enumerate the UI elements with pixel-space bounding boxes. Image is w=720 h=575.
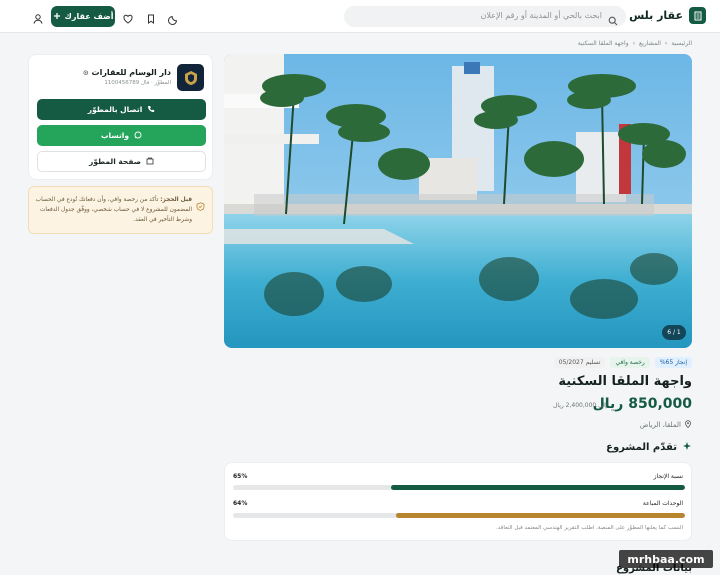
- search-input[interactable]: ابحث بالحي أو المدينة أو رقم الإعلان: [344, 6, 626, 27]
- search-icon: [608, 11, 618, 30]
- verified-badge-icon: ⊙: [82, 69, 89, 77]
- breadcrumb: الرئيسية › المشاريع › واجهة الملقا السكن…: [578, 40, 692, 47]
- heart-icon[interactable]: [122, 10, 134, 24]
- sold-units-progress-fill: [395, 513, 685, 518]
- booking-warning-text: قبل الحجز: تأكد من رخصة وافي، وأن دفعاتك…: [32, 195, 192, 225]
- plus-icon: [53, 12, 61, 22]
- progress-heading-text: تقدّم المشروع: [606, 442, 677, 453]
- search-placeholder: ابحث بالحي أو المدينة أو رقم الإعلان: [480, 11, 602, 20]
- bookmark-icon[interactable]: [145, 10, 157, 24]
- completion-label: نسبة الإنجاز: [653, 473, 683, 480]
- developer-meta: المطوّر · فال 1100456789: [104, 80, 171, 86]
- developer-logo[interactable]: [177, 64, 204, 91]
- brand-name[interactable]: عقار بلس: [629, 9, 683, 22]
- booking-warning-bold: قبل الحجز:: [160, 197, 192, 203]
- dark-mode-moon-icon[interactable]: [168, 10, 180, 25]
- breadcrumb-separator: ›: [632, 40, 636, 47]
- wafi-license-badge: رخصة وافي: [610, 357, 650, 368]
- developer-name[interactable]: دار الوسام للعقارات ⊙: [83, 68, 171, 77]
- add-property-label: أضف عقارك: [64, 12, 114, 21]
- completion-badge: إنجاز 65%: [654, 357, 692, 368]
- progress-heading: تقدّم المشروع: [606, 441, 692, 454]
- site-watermark: mrhbaa.com: [619, 550, 713, 568]
- developer-page-button[interactable]: صفحة المطوّر: [37, 151, 206, 172]
- call-developer-button[interactable]: اتصال بالمطوّر: [37, 99, 206, 120]
- completion-progress-fill: [391, 485, 685, 490]
- location-text: الملقا، الرياض: [639, 421, 681, 429]
- completion-pct: 65%: [233, 473, 248, 480]
- whatsapp-button[interactable]: واتساب: [37, 125, 206, 146]
- progress-disclaimer: النسب كما يعلنها المطوّر على المنصة. اطل…: [496, 525, 683, 531]
- add-property-button[interactable]: أضف عقارك: [51, 6, 115, 27]
- gallery-counter: 1 / 6: [662, 325, 686, 340]
- delivery-badge: تسليم 05/2027: [553, 357, 606, 368]
- whatsapp-label: واتساب: [100, 131, 130, 140]
- project-photo-gallery[interactable]: [224, 54, 692, 348]
- brand-logo-icon[interactable]: [689, 7, 706, 24]
- whatsapp-icon: [134, 131, 142, 141]
- building-icon: [146, 157, 154, 167]
- project-location: الملقا، الرياض: [640, 420, 692, 430]
- price-from: 850,000 ريال: [592, 396, 692, 412]
- sold-units-label: الوحدات المباعة: [642, 500, 683, 507]
- breadcrumb-projects[interactable]: المشاريع: [639, 40, 661, 47]
- top-header: عقار بلس ابحث بالحي أو المدينة أو رقم ال…: [0, 0, 720, 33]
- page-title: واجهة الملقا السكنية: [558, 374, 692, 389]
- pool-photo: [224, 54, 692, 348]
- user-account-icon[interactable]: [32, 10, 44, 24]
- sparkle-icon: [682, 441, 692, 454]
- developer-name-text: دار الوسام للعقارات: [91, 68, 171, 77]
- sold-units-pct: 64%: [233, 500, 248, 507]
- project-badges: إنجاز 65% رخصة وافي تسليم 05/2027: [553, 357, 692, 368]
- completion-progress-bar: [233, 485, 685, 490]
- shield-check-icon: [196, 196, 205, 215]
- developer-page-label: صفحة المطوّر: [89, 157, 141, 166]
- developer-card: دار الوسام للعقارات ⊙ المطوّر · فال 1100…: [28, 54, 213, 180]
- phone-icon: [147, 105, 155, 115]
- breadcrumb-current: واجهة الملقا السكنية: [577, 40, 629, 47]
- breadcrumb-home[interactable]: الرئيسية: [671, 40, 692, 47]
- progress-card: نسبة الإنجاز 65% الوحدات المباعة 64% الن…: [224, 462, 692, 541]
- call-developer-label: اتصال بالمطوّر: [87, 105, 143, 114]
- sold-units-progress-bar: [233, 513, 685, 518]
- booking-warning-notice: قبل الحجز: تأكد من رخصة وافي، وأن دفعاتك…: [28, 186, 213, 234]
- breadcrumb-separator: ›: [664, 40, 668, 47]
- location-pin-icon: [684, 420, 692, 430]
- price-to: إلى 2,400,000 ريال: [553, 402, 607, 409]
